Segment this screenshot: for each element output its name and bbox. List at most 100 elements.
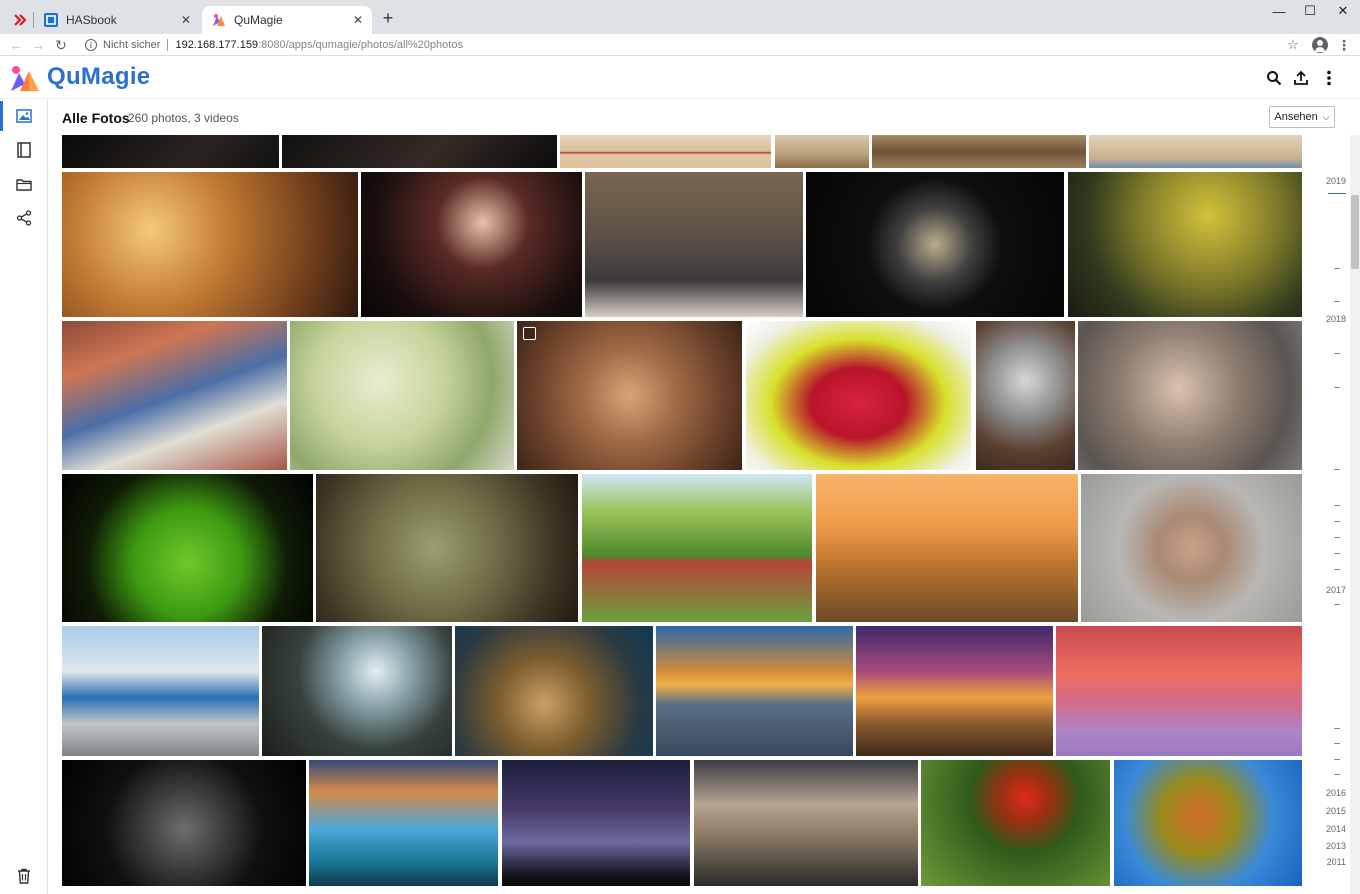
view-dropdown-button[interactable]: Ansehen ⌵ bbox=[1269, 106, 1335, 128]
timeline-year[interactable]: 2017 bbox=[1326, 585, 1346, 595]
photo-grid bbox=[0, 0, 1360, 894]
red-x-logo-icon bbox=[14, 14, 27, 26]
bookmark-star-icon[interactable]: ☆ bbox=[1284, 35, 1302, 55]
photos-icon bbox=[16, 109, 32, 123]
photo-thumbnail[interactable] bbox=[976, 321, 1075, 470]
photo-thumbnail[interactable] bbox=[62, 760, 306, 886]
photo-thumbnail[interactable] bbox=[1068, 172, 1302, 317]
photo-thumbnail[interactable] bbox=[309, 760, 498, 886]
photo-thumbnail[interactable] bbox=[62, 135, 279, 168]
timeline-tick bbox=[1334, 604, 1340, 605]
nav-albums[interactable] bbox=[0, 133, 48, 167]
timeline-tick bbox=[1334, 353, 1340, 354]
timeline-year[interactable]: 2018 bbox=[1326, 314, 1346, 324]
view-button-label: Ansehen bbox=[1274, 111, 1318, 123]
reload-icon[interactable]: ↻ bbox=[51, 35, 71, 55]
more-vert-icon[interactable] bbox=[1318, 67, 1340, 89]
nav-photos[interactable] bbox=[0, 99, 48, 133]
photo-thumbnail[interactable] bbox=[746, 321, 971, 470]
timeline-year[interactable]: 2015 bbox=[1326, 806, 1346, 816]
photo-thumbnail[interactable] bbox=[1089, 135, 1302, 168]
photo-thumbnail[interactable] bbox=[775, 135, 869, 168]
photo-thumbnail[interactable] bbox=[455, 626, 653, 756]
photo-thumbnail[interactable] bbox=[856, 626, 1053, 756]
timeline-tick bbox=[1334, 569, 1340, 570]
new-tab-button[interactable]: + bbox=[378, 8, 398, 28]
photo-thumbnail[interactable] bbox=[806, 172, 1064, 317]
timeline-tick bbox=[1334, 521, 1340, 522]
tab-title: QuMagie bbox=[234, 13, 283, 27]
close-tab-icon[interactable]: ✕ bbox=[350, 12, 366, 28]
timeline-year[interactable]: 2013 bbox=[1326, 841, 1346, 851]
maximize-icon[interactable]: ☐ bbox=[1293, 2, 1327, 20]
photo-thumbnail[interactable] bbox=[560, 135, 771, 168]
timeline-year[interactable]: 2014 bbox=[1326, 824, 1346, 834]
photo-thumbnail[interactable] bbox=[517, 321, 742, 470]
photo-thumbnail[interactable] bbox=[582, 474, 812, 622]
photo-thumbnail[interactable] bbox=[816, 474, 1078, 622]
folder-icon bbox=[16, 178, 32, 191]
trash-button[interactable] bbox=[14, 866, 34, 886]
search-icon[interactable] bbox=[1263, 67, 1285, 89]
close-tab-icon[interactable]: ✕ bbox=[178, 12, 194, 28]
timeline-tick bbox=[1334, 743, 1340, 744]
nav-share[interactable] bbox=[0, 201, 48, 235]
forward-arrow-icon[interactable]: → bbox=[28, 35, 48, 55]
photo-thumbnail[interactable] bbox=[62, 474, 313, 622]
photo-thumbnail[interactable] bbox=[62, 172, 358, 317]
photo-thumbnail[interactable] bbox=[361, 172, 582, 317]
photo-thumbnail[interactable] bbox=[1114, 760, 1302, 886]
browser-menu-icon[interactable]: ⋮ bbox=[1337, 35, 1351, 55]
url-host: 192.168.177.159 bbox=[175, 39, 259, 51]
timeline-tick bbox=[1334, 301, 1340, 302]
back-arrow-icon[interactable]: ← bbox=[6, 35, 26, 55]
timeline-year[interactable]: 2011 bbox=[1327, 857, 1346, 867]
scrollbar-thumb[interactable] bbox=[1351, 195, 1359, 269]
tab-qumagie[interactable]: QuMagie ✕ bbox=[202, 6, 372, 34]
photo-thumbnail[interactable] bbox=[290, 321, 514, 470]
tab-hasbook[interactable]: HASbook ✕ bbox=[34, 6, 200, 34]
url-path: :8080/apps/qumagie/photos/all%20photos bbox=[258, 39, 463, 51]
photo-thumbnail[interactable] bbox=[872, 135, 1086, 168]
account-icon[interactable] bbox=[1312, 37, 1328, 53]
photo-thumbnail[interactable] bbox=[502, 760, 690, 886]
address-bar[interactable]: i Nicht sicher 192.168.177.159:8080/apps… bbox=[80, 35, 1310, 55]
select-checkbox[interactable] bbox=[523, 327, 536, 340]
qumagie-logo-icon bbox=[11, 66, 39, 91]
photo-thumbnail[interactable] bbox=[282, 135, 557, 168]
timeline-tick bbox=[1334, 759, 1340, 760]
photo-thumbnail[interactable] bbox=[1056, 626, 1302, 756]
info-icon[interactable]: i bbox=[85, 39, 97, 51]
photo-thumbnail[interactable] bbox=[316, 474, 578, 622]
photo-thumbnail[interactable] bbox=[62, 321, 287, 470]
photo-thumbnail[interactable] bbox=[262, 626, 452, 756]
qumagie-logo-icon bbox=[213, 14, 225, 26]
timeline-scrubber[interactable]: 2019 2018 2017 2016 2015 2014 2013 2011 bbox=[1306, 135, 1346, 894]
photo-thumbnail[interactable] bbox=[921, 760, 1110, 886]
tab-title: HASbook bbox=[66, 13, 117, 27]
minimize-icon[interactable]: — bbox=[1262, 2, 1296, 20]
album-icon bbox=[17, 142, 31, 158]
photo-thumbnail[interactable] bbox=[62, 626, 259, 756]
not-secure-label: Nicht sicher bbox=[103, 39, 161, 51]
chevron-down-icon: ⌵ bbox=[1322, 111, 1330, 122]
browser-toolbar: ← → ↻ i Nicht sicher 192.168.177.159:808… bbox=[0, 34, 1360, 56]
hasbook-logo-icon bbox=[44, 13, 58, 27]
item-count: 260 photos, 3 videos bbox=[128, 111, 239, 125]
close-window-icon[interactable]: ✕ bbox=[1326, 2, 1360, 20]
nav-folders[interactable] bbox=[0, 167, 48, 201]
address-separator bbox=[167, 39, 169, 51]
timeline-year[interactable]: 2016 bbox=[1326, 788, 1346, 798]
tab-pinned[interactable] bbox=[4, 6, 34, 34]
photo-thumbnail[interactable] bbox=[1078, 321, 1302, 470]
timeline-tick bbox=[1334, 387, 1340, 388]
photo-thumbnail[interactable] bbox=[585, 172, 803, 317]
trash-icon bbox=[18, 868, 30, 884]
timeline-cursor bbox=[1328, 193, 1346, 194]
timeline-tick bbox=[1334, 774, 1340, 775]
photo-thumbnail[interactable] bbox=[656, 626, 853, 756]
upload-icon[interactable] bbox=[1290, 67, 1312, 89]
photo-thumbnail[interactable] bbox=[1081, 474, 1302, 622]
timeline-year[interactable]: 2019 bbox=[1326, 176, 1346, 186]
photo-thumbnail[interactable] bbox=[694, 760, 918, 886]
